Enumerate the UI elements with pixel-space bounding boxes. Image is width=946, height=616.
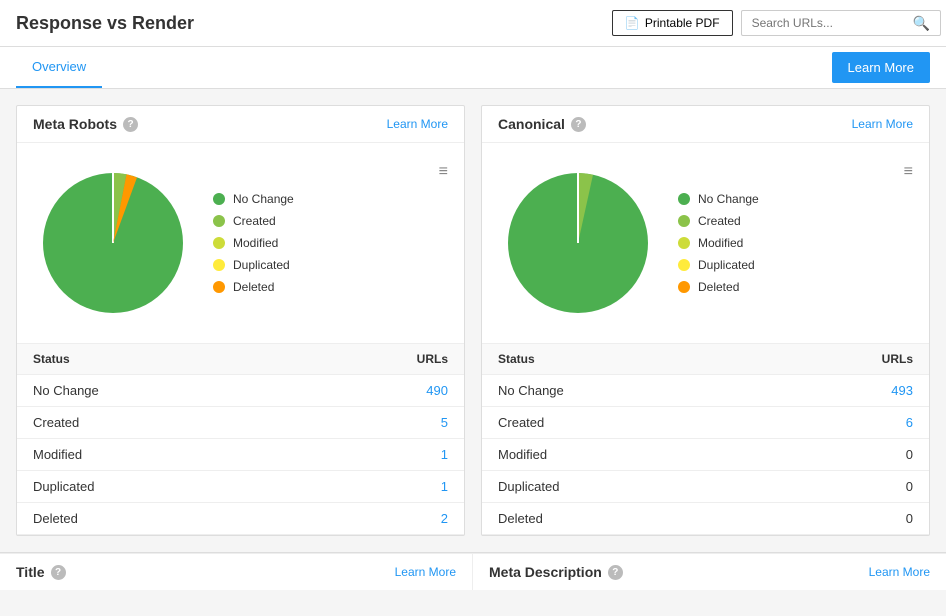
- canonical-urls-modified: 0: [753, 439, 929, 471]
- canonical-legend-created: Created: [678, 214, 884, 228]
- meta-description-help-icon[interactable]: ?: [608, 565, 623, 580]
- canonical-legend-no-change: No Change: [678, 192, 884, 206]
- legend-item-modified: Modified: [213, 236, 419, 250]
- title-learn-more[interactable]: Learn More: [395, 565, 456, 579]
- table-row: Deleted 0: [482, 503, 929, 535]
- meta-robots-header: Meta Robots ? Learn More: [17, 106, 464, 143]
- status-created: Created: [17, 407, 288, 439]
- main-content: Meta Robots ? Learn More: [0, 89, 946, 552]
- meta-robots-card: Meta Robots ? Learn More: [16, 105, 465, 536]
- legend-item-no-change: No Change: [213, 192, 419, 206]
- canonical-urls-duplicated: 0: [753, 471, 929, 503]
- canonical-learn-more[interactable]: Learn More: [852, 117, 913, 131]
- canonical-legend-duplicated: Duplicated: [678, 258, 884, 272]
- canonical-legend-dot-deleted: [678, 281, 690, 293]
- canonical-title: Canonical ?: [498, 116, 586, 132]
- title-bottom-title: Title ?: [16, 564, 66, 580]
- page-title: Response vs Render: [16, 13, 194, 34]
- canonical-urls-deleted: 0: [753, 503, 929, 535]
- bottom-bar: Title ? Learn More Meta Description ? Le…: [0, 552, 946, 590]
- file-icon: 📄: [625, 16, 640, 30]
- canonical-table: Status URLs No Change 493 Created 6 Modi…: [482, 343, 929, 535]
- search-input[interactable]: [741, 10, 941, 36]
- legend-item-deleted: Deleted: [213, 280, 419, 294]
- canonical-legend-deleted: Deleted: [678, 280, 884, 294]
- legend-item-duplicated: Duplicated: [213, 258, 419, 272]
- canonical-status-no-change: No Change: [482, 375, 753, 407]
- meta-description-bottom-title: Meta Description ?: [489, 564, 623, 580]
- legend-dot-no-change: [213, 193, 225, 205]
- canonical-legend: No Change Created Modified Duplicated De…: [678, 192, 884, 294]
- legend-dot-duplicated: [213, 259, 225, 271]
- meta-robots-pie-chart: [33, 163, 193, 323]
- header-controls: 📄 Printable PDF 🔍: [612, 10, 930, 36]
- search-button[interactable]: 🔍: [913, 15, 930, 32]
- table-row: Modified 0: [482, 439, 929, 471]
- page-header: Response vs Render 📄 Printable PDF 🔍: [0, 0, 946, 47]
- table-row: Deleted 2: [17, 503, 464, 535]
- canonical-legend-dot-duplicated: [678, 259, 690, 271]
- legend-item-created: Created: [213, 214, 419, 228]
- table-row: Modified 1: [17, 439, 464, 471]
- search-container: 🔍: [741, 10, 930, 36]
- canonical-legend-dot-modified: [678, 237, 690, 249]
- canonical-header: Canonical ? Learn More: [482, 106, 929, 143]
- meta-robots-help-icon[interactable]: ?: [123, 117, 138, 132]
- urls-duplicated[interactable]: 1: [288, 471, 464, 503]
- canonical-legend-dot-no-change: [678, 193, 690, 205]
- nav-learn-more-button[interactable]: Learn More: [832, 52, 930, 83]
- table-row: Duplicated 0: [482, 471, 929, 503]
- meta-robots-status-header: Status: [17, 344, 288, 375]
- canonical-status-modified: Modified: [482, 439, 753, 471]
- urls-deleted[interactable]: 2: [288, 503, 464, 535]
- meta-robots-table: Status URLs No Change 490 Created 5 Modi…: [17, 343, 464, 535]
- title-help-icon[interactable]: ?: [51, 565, 66, 580]
- status-modified: Modified: [17, 439, 288, 471]
- status-no-change: No Change: [17, 375, 288, 407]
- table-row: No Change 493: [482, 375, 929, 407]
- canonical-urls-header: URLs: [753, 344, 929, 375]
- canonical-status-duplicated: Duplicated: [482, 471, 753, 503]
- legend-dot-modified: [213, 237, 225, 249]
- canonical-card: Canonical ? Learn More No Change: [481, 105, 930, 536]
- legend-dot-deleted: [213, 281, 225, 293]
- status-deleted: Deleted: [17, 503, 288, 535]
- canonical-urls-no-change[interactable]: 493: [753, 375, 929, 407]
- meta-robots-title: Meta Robots ?: [33, 116, 138, 132]
- table-row: Created 6: [482, 407, 929, 439]
- urls-no-change[interactable]: 490: [288, 375, 464, 407]
- table-row: Created 5: [17, 407, 464, 439]
- table-row: Duplicated 1: [17, 471, 464, 503]
- canonical-urls-created[interactable]: 6: [753, 407, 929, 439]
- urls-created[interactable]: 5: [288, 407, 464, 439]
- printable-pdf-button[interactable]: 📄 Printable PDF: [612, 10, 733, 36]
- nav-bar: Overview Learn More: [0, 47, 946, 89]
- canonical-legend-modified: Modified: [678, 236, 884, 250]
- meta-description-learn-more[interactable]: Learn More: [869, 565, 930, 579]
- title-bottom-item: Title ? Learn More: [0, 553, 473, 590]
- canonical-chart-area: No Change Created Modified Duplicated De…: [482, 143, 929, 343]
- canonical-status-created: Created: [482, 407, 753, 439]
- meta-description-bottom-item: Meta Description ? Learn More: [473, 553, 946, 590]
- canonical-chart-menu[interactable]: ≡: [904, 163, 913, 181]
- table-row: No Change 490: [17, 375, 464, 407]
- meta-robots-learn-more[interactable]: Learn More: [387, 117, 448, 131]
- canonical-status-deleted: Deleted: [482, 503, 753, 535]
- tab-overview[interactable]: Overview: [16, 47, 102, 88]
- urls-modified[interactable]: 1: [288, 439, 464, 471]
- canonical-help-icon[interactable]: ?: [571, 117, 586, 132]
- legend-dot-created: [213, 215, 225, 227]
- canonical-status-header: Status: [482, 344, 753, 375]
- status-duplicated: Duplicated: [17, 471, 288, 503]
- canonical-legend-dot-created: [678, 215, 690, 227]
- meta-robots-legend: No Change Created Modified Duplicated De…: [213, 192, 419, 294]
- canonical-pie-chart: [498, 163, 658, 323]
- meta-robots-chart-menu[interactable]: ≡: [439, 163, 448, 181]
- meta-robots-urls-header: URLs: [288, 344, 464, 375]
- meta-robots-chart-area: No Change Created Modified Duplicated De…: [17, 143, 464, 343]
